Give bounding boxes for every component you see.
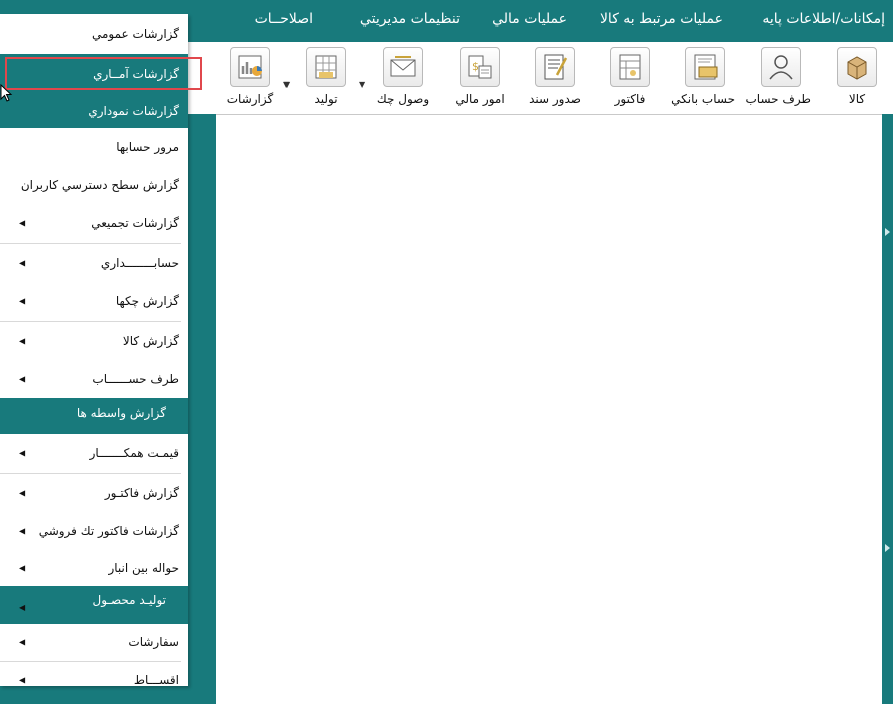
toolbar-bank-account-label: حساب بانكي — [671, 92, 735, 106]
toolbar-bank-account-button[interactable]: حساب بانكي — [671, 47, 735, 113]
submenu-arrow-icon: ◀ — [19, 258, 26, 268]
menu-item-intermediary-reports[interactable]: گزارش واسطه ها — [0, 398, 188, 434]
toolbar-financial-affairs-button[interactable]: $ امور مالي — [450, 47, 510, 113]
production-icon — [306, 47, 346, 87]
toolbar-cheque-receipt-label: وصول چك — [376, 92, 430, 106]
menu-item-label: توليـد محصـول — [92, 593, 166, 607]
submenu-arrow-icon: ◀ — [19, 336, 26, 346]
toolbar-cheque-receipt-button[interactable]: وصول چك ▼ — [359, 47, 433, 113]
expand-arrow-icon[interactable] — [885, 544, 890, 552]
menu-item-label: سفارشات — [128, 635, 179, 649]
menu-item-invoice-report[interactable]: گزارش فاكتـور ◀ — [0, 474, 188, 512]
menu-item-label: حواله بين انبار — [108, 561, 179, 575]
menu-item-label: گزارش واسطه ها — [76, 406, 166, 420]
menu-item-goods-report[interactable]: گزارش كالا ◀ — [0, 322, 188, 360]
envelope-icon — [383, 47, 423, 87]
menu-item-label: گزارشات فاكتور تك فروشي — [38, 524, 179, 538]
reports-dropdown-arrow[interactable]: ▼ — [283, 80, 289, 89]
toolbar-issue-document-button[interactable]: صدور سند — [525, 47, 585, 113]
menu-item-label: مرور حسابها — [116, 140, 179, 154]
menu-item-label: اقســـاط — [133, 673, 179, 687]
toolbar-invoice-label: فاكتور — [614, 92, 646, 106]
toolbar-production-label: توليد — [314, 92, 338, 106]
submenu-arrow-icon: ◀ — [19, 218, 26, 228]
menu-item-label: گزارش كالا — [122, 334, 179, 348]
cheque-dropdown-arrow[interactable]: ▼ — [359, 80, 365, 89]
menu-item-label: گزارش چكها — [115, 294, 179, 308]
invoice-icon — [610, 47, 650, 87]
submenu-arrow-icon: ◀ — [19, 488, 26, 498]
menu-item-label: گزارشات عمومي — [91, 27, 179, 41]
menu-item-orders[interactable]: سفارشات ◀ — [0, 624, 188, 660]
menu-corrections[interactable]: اصلاحــات — [255, 11, 313, 27]
money-icon: $ — [460, 47, 500, 87]
submenu-arrow-icon: ◀ — [19, 675, 26, 685]
document-pen-icon — [535, 47, 575, 87]
submenu-arrow-icon: ◀ — [19, 637, 26, 647]
submenu-arrow-icon: ◀ — [19, 296, 26, 306]
toolbar-invoice-button[interactable]: فاكتور — [600, 47, 660, 113]
expand-arrow-icon[interactable] — [885, 228, 890, 236]
menu-item-partner-price[interactable]: قيمـت همكـــــــار ◀ — [0, 434, 188, 472]
menu-item-label: حسابــــــــداري — [100, 256, 179, 270]
menu-base-info[interactable]: إمكانات/اطلاعات پايه — [762, 11, 885, 27]
menu-item-label: گزارشات تجميعي — [91, 216, 179, 230]
submenu-arrow-icon: ◀ — [19, 448, 26, 458]
svg-text:$: $ — [472, 60, 479, 73]
reports-dropdown-menu: گزارشات عمومي گزارشات آمــاري گزارشات نم… — [0, 14, 188, 687]
toolbar-account-party-label: طرف حساب — [745, 92, 811, 106]
toolbar-goods-button[interactable]: كالا — [827, 47, 887, 113]
menu-item-general-reports[interactable]: گزارشات عمومي — [0, 14, 188, 54]
toolbar-account-party-button[interactable]: طرف حساب — [745, 47, 811, 113]
menu-item-user-access-report[interactable]: گزارش سطح دسترسي كاربران — [0, 166, 188, 204]
menu-item-warehouse-transfer[interactable]: حواله بين انبار ◀ — [0, 550, 188, 586]
toolbar-goods-label: كالا — [848, 92, 866, 106]
submenu-arrow-icon: ◀ — [19, 526, 26, 536]
selection-highlight-box — [5, 57, 202, 90]
menu-item-aggregate-reports[interactable]: گزارشات تجميعي ◀ — [0, 204, 188, 242]
submenu-arrow-icon: ◀ — [19, 563, 26, 573]
bank-card-icon — [685, 47, 725, 87]
menu-item-retail-invoice-reports[interactable]: گزارشات فاكتور تك فروشي ◀ — [0, 512, 188, 550]
menu-item-label: گزارش فاكتـور — [104, 486, 179, 500]
menu-item-label: گزارش سطح دسترسي كاربران — [20, 178, 179, 192]
menu-item-chart-reports[interactable]: گزارشات نموداري — [0, 94, 188, 128]
menu-item-label: قيمـت همكـــــــار — [89, 446, 179, 460]
toolbar-financial-affairs-label: امور مالي — [455, 92, 505, 106]
submenu-arrow-icon: ◀ — [19, 374, 26, 384]
submenu-arrow-icon: ◀ — [19, 603, 26, 612]
menu-item-installments[interactable]: اقســـاط ◀ — [0, 662, 188, 698]
report-chart-icon — [230, 47, 270, 87]
toolbar-production-button[interactable]: توليد ▼ — [284, 47, 356, 113]
menu-financial-operations[interactable]: عمليات مالي — [492, 11, 567, 27]
menu-item-product-production[interactable]: توليـد محصـول ◀ — [0, 586, 188, 624]
menu-item-label: گزارشات نموداري — [88, 104, 179, 118]
mouse-cursor-icon — [0, 84, 13, 102]
menu-item-accounts-review[interactable]: مرور حسابها — [0, 128, 188, 166]
menu-item-account-party[interactable]: طرف حســــــاب ◀ — [0, 360, 188, 398]
menu-goods-operations[interactable]: عمليات مرتبط به كالا — [600, 11, 723, 27]
right-side-panel-strip[interactable] — [882, 114, 893, 704]
toolbar-reports-button[interactable]: گزارشات ▼ — [220, 47, 289, 113]
menu-item-accounting[interactable]: حسابــــــــداري ◀ — [0, 244, 188, 282]
toolbar-reports-label: گزارشات — [226, 92, 274, 106]
toolbar-issue-document-label: صدور سند — [529, 92, 581, 106]
menu-item-label: طرف حســــــاب — [92, 372, 179, 386]
box-icon — [837, 47, 877, 87]
menu-management-settings[interactable]: تنظيمات مديريتي — [360, 11, 460, 27]
person-icon — [761, 47, 801, 87]
menu-item-cheque-reports[interactable]: گزارش چكها ◀ — [0, 282, 188, 320]
